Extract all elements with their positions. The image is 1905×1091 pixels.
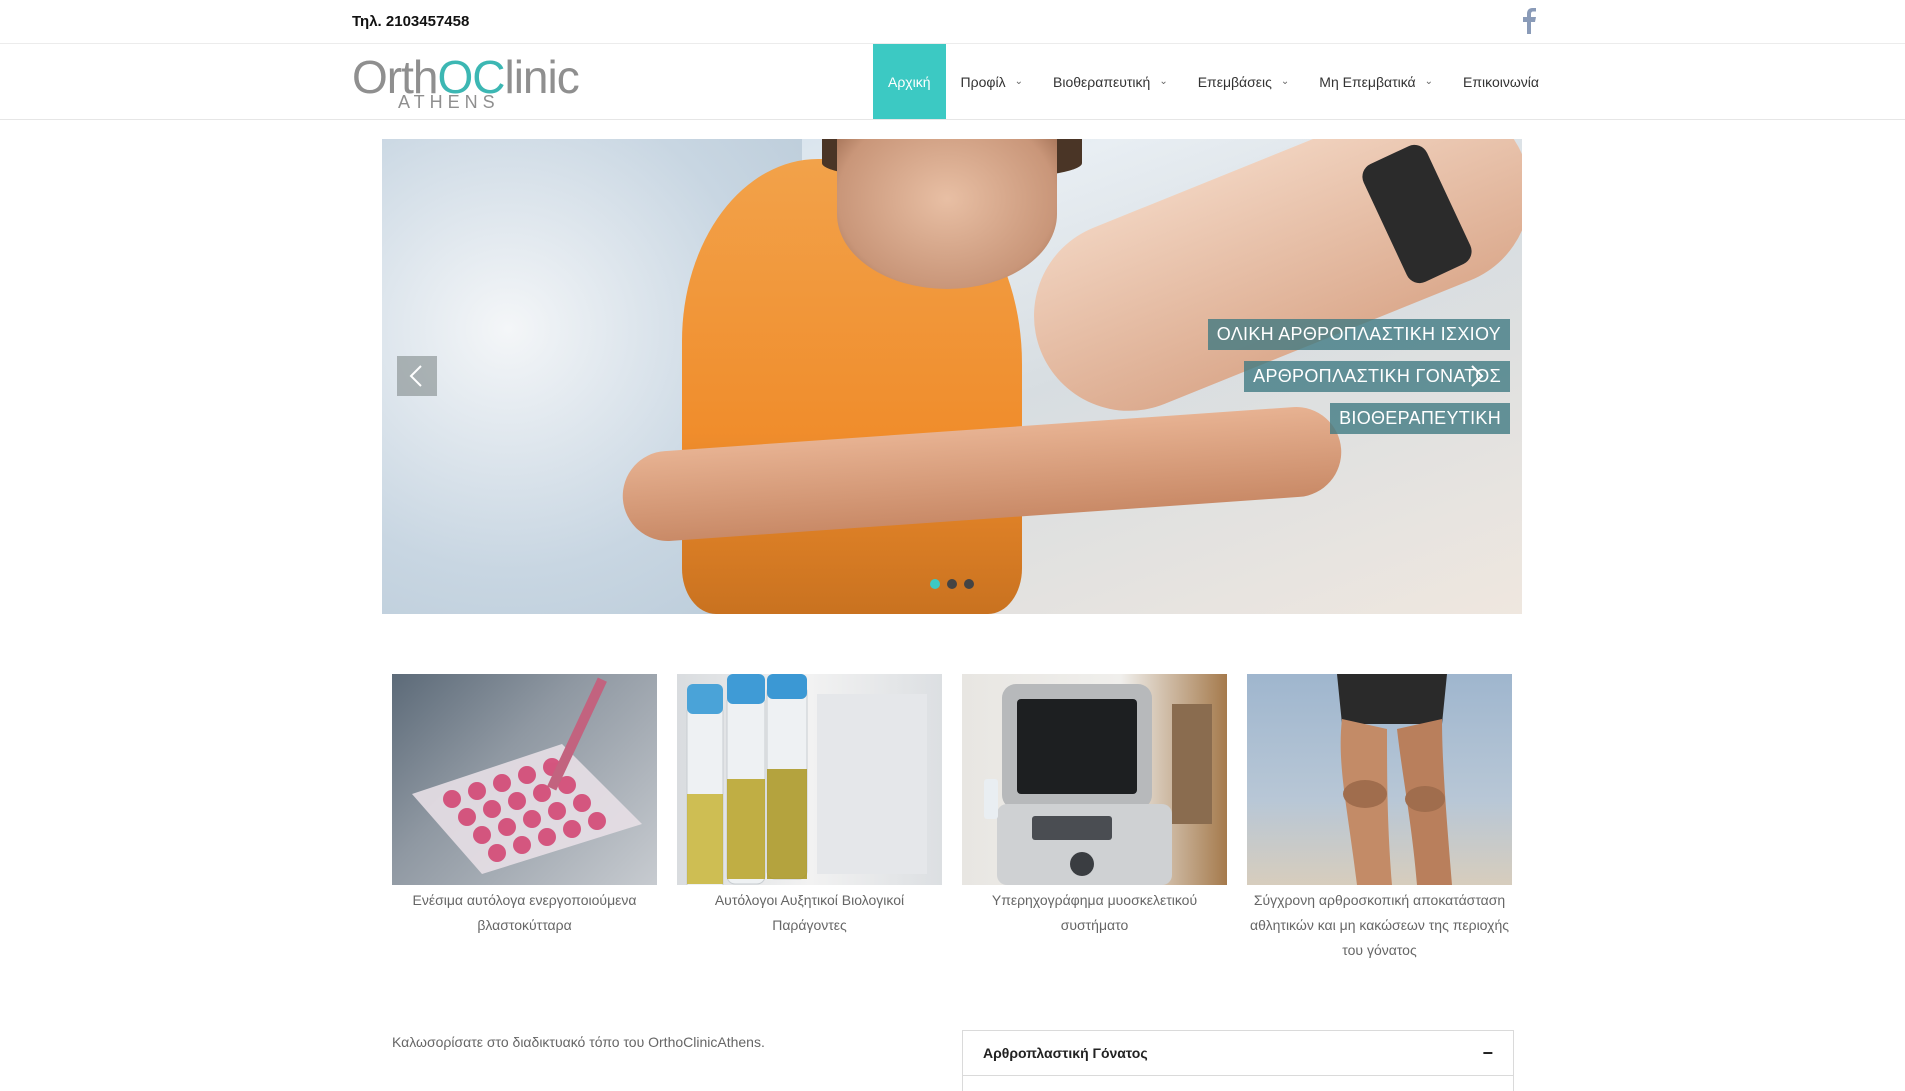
feature-tile[interactable]: Σύγχρονη αρθροσκοπική αποκατάσταση αθλητ…	[1247, 674, 1512, 963]
knee-injury-image[interactable]	[1247, 674, 1512, 885]
accordion: Αρθροπλαστική Γόνατος −	[962, 1030, 1514, 1091]
nav-item-home[interactable]: Αρχική	[873, 44, 946, 119]
feature-tile[interactable]: Υπερηχογράφημα μυοσκελετικού συστήματο	[962, 674, 1227, 963]
nav-item-biotherapy[interactable]: Βιοθεραπευτική ⌄	[1038, 44, 1183, 119]
welcome-text: Καλωσορίσατε στο διαδικτυακό τόπο του Or…	[392, 1034, 765, 1050]
nav-item-surgeries[interactable]: Επεμβάσεις ⌄	[1183, 44, 1305, 119]
feature-tile[interactable]: Αυτόλογοι Αυξητικοί Βιολογικοί Παράγοντε…	[677, 674, 942, 963]
feature-caption[interactable]: Αυτόλογοι Αυξητικοί Βιολογικοί Παράγοντε…	[677, 888, 942, 938]
chevron-right-icon	[1471, 365, 1484, 387]
slider-dot-1[interactable]	[930, 579, 940, 589]
accordion-header-knee[interactable]: Αρθροπλαστική Γόνατος −	[963, 1031, 1513, 1076]
slider-prev-button[interactable]	[397, 356, 437, 396]
accordion-title: Αρθροπλαστική Γόνατος	[983, 1045, 1148, 1061]
phone-number: Τηλ. 2103457458	[352, 13, 470, 30]
chevron-left-icon	[409, 365, 422, 387]
chevron-down-icon: ⌄	[1014, 76, 1023, 87]
slide-tag-hip[interactable]: ΟΛΙΚΗ ΑΡΘΡΟΠΛΑΣΤΙΚΗ ΙΣΧΙΟΥ	[1207, 319, 1510, 350]
chevron-down-icon: ⌄	[1424, 76, 1434, 87]
nav-item-contact[interactable]: Επικοινωνία	[1448, 44, 1554, 119]
site-logo[interactable]: OrthOClinic ATHENS	[352, 50, 580, 112]
facebook-icon[interactable]	[1522, 8, 1536, 34]
top-bar: Τηλ. 2103457458	[0, 0, 1905, 44]
ultrasound-image[interactable]	[962, 674, 1227, 885]
logo-subtitle: ATHENS	[398, 92, 500, 112]
slider-next-button[interactable]	[1456, 356, 1496, 396]
chevron-down-icon: ⌄	[1280, 76, 1290, 87]
chevron-down-icon: ⌄	[1159, 76, 1168, 87]
slider-pagination	[930, 579, 974, 589]
slide-image-arm	[1005, 139, 1522, 440]
nav-item-non-invasive[interactable]: Μη Επεμβατικά ⌄	[1304, 44, 1448, 119]
feature-caption[interactable]: Υπερηχογράφημα μυοσκελετικού συστήματο	[962, 888, 1227, 938]
feature-tile[interactable]: Ενέσιμα αυτόλογα ενεργοποιούμενα βλαστοκ…	[392, 674, 657, 963]
hero-slider: ΟΛΙΚΗ ΑΡΘΡΟΠΛΑΣΤΙΚΗ ΙΣΧΙΟΥ ΑΡΘΡΟΠΛΑΣΤΙΚΗ…	[382, 139, 1522, 614]
feature-tiles: Ενέσιμα αυτόλογα ενεργοποιούμενα βλαστοκ…	[392, 674, 1512, 963]
slider-dot-2[interactable]	[947, 579, 957, 589]
slide-image-face	[837, 139, 1057, 289]
main-navigation: Αρχική Προφίλ ⌄ Βιοθεραπευτική ⌄ Επεμβάσει…	[873, 44, 1554, 119]
nav-item-profile[interactable]: Προφίλ ⌄	[946, 44, 1038, 119]
stem-cells-image[interactable]	[392, 674, 657, 885]
slider-dot-3[interactable]	[964, 579, 974, 589]
collapse-icon[interactable]: −	[1482, 1043, 1493, 1064]
growth-factors-image[interactable]	[677, 674, 942, 885]
feature-caption[interactable]: Ενέσιμα αυτόλογα ενεργοποιούμενα βλαστοκ…	[392, 888, 657, 938]
site-header: OrthOClinic ATHENS Αρχική Προφίλ ⌄ Βιοθερ…	[0, 44, 1905, 120]
slide-tag-biotherapy[interactable]: ΒΙΟΘΕΡΑΠΕΥΤΙΚΗ	[1330, 403, 1510, 434]
feature-caption[interactable]: Σύγχρονη αρθροσκοπική αποκατάσταση αθλητ…	[1247, 888, 1512, 963]
